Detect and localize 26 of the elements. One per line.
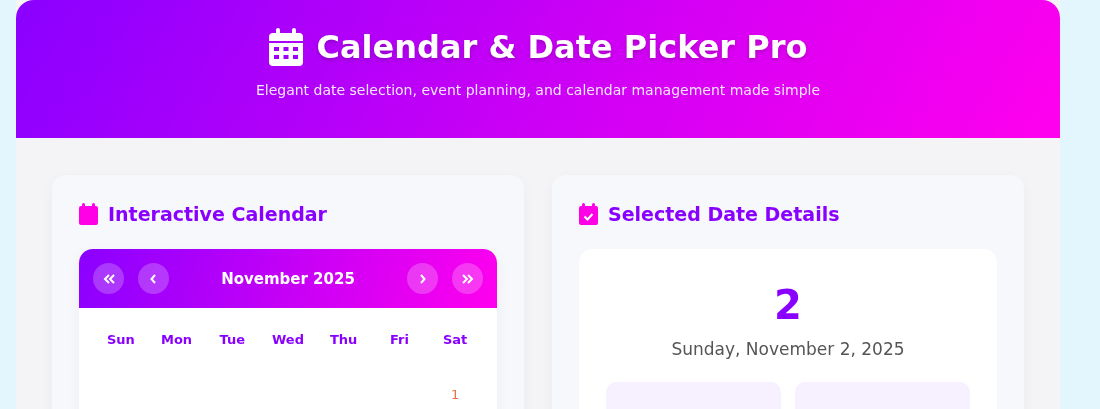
weekday-label: Sat xyxy=(441,332,469,347)
chevron-right-icon xyxy=(419,273,426,284)
weekday-label: Wed xyxy=(271,332,305,347)
next-year-button[interactable] xyxy=(452,263,483,294)
chevron-left-icon xyxy=(150,273,157,284)
weekday-label: Fri xyxy=(388,332,410,347)
selected-day-number: 2 xyxy=(773,285,803,325)
previous-year-button[interactable] xyxy=(93,263,124,294)
next-month-button[interactable] xyxy=(407,263,438,294)
panel-title: Interactive Calendar xyxy=(108,203,327,225)
selected-date-text: Sunday, November 2, 2025 xyxy=(670,339,906,359)
calendar-icon xyxy=(268,28,303,66)
month-label: November 2025 xyxy=(220,269,356,288)
calendar-icon xyxy=(79,203,98,225)
previous-month-button[interactable] xyxy=(138,263,169,294)
day-cell[interactable]: 1 xyxy=(427,377,483,402)
weekday-label: Mon xyxy=(160,332,194,347)
calendar-check-icon xyxy=(579,203,598,225)
app-title: Calendar & Date Picker Pro xyxy=(316,28,808,66)
weekday-label: Sun xyxy=(105,332,136,347)
double-chevron-right-icon xyxy=(461,273,474,284)
panel-title: Selected Date Details xyxy=(608,203,840,225)
app-subtitle: Elegant date selection, event planning, and calendar management made simple xyxy=(254,82,822,98)
weekday-label: Tue xyxy=(218,332,247,347)
double-chevron-left-icon xyxy=(102,273,115,284)
weekday-label: Thu xyxy=(329,332,359,347)
